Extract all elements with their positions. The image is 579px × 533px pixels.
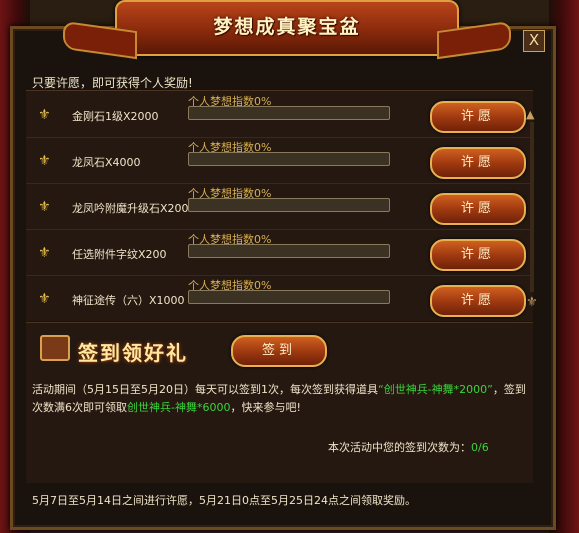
signin-count-label: 本次活动中您的签到次数为： xyxy=(328,441,471,454)
scroll-up-icon[interactable]: ▲ xyxy=(526,108,534,121)
scrollbar-track[interactable] xyxy=(530,122,534,292)
fleur-icon: ⚜ xyxy=(38,245,51,261)
item-name: 龙凤吟附魔升级石X2000 xyxy=(72,202,196,215)
item-name: 龙凤石X4000 xyxy=(72,156,141,169)
wish-button[interactable]: 许愿 xyxy=(430,101,526,133)
item-name: 任选附件字纹X200 xyxy=(72,248,167,261)
wish-row: ⚜ 金刚石1级X2000 个人梦想指数0% 许愿 xyxy=(26,91,533,138)
dream-progress-bar xyxy=(188,198,390,212)
wish-row: ⚜ 任选附件字纹X200 个人梦想指数0% 许愿 xyxy=(26,229,533,276)
fleur-icon: ⚜ xyxy=(38,107,51,123)
wish-row: ⚜ 神征途传（六）X1000 个人梦想指数0% 许愿 xyxy=(26,275,533,321)
signin-desc-text: 活动期间（5月15日至5月20日）每天可以签到1次，每次签到获得道具 xyxy=(32,383,378,396)
window-title: 梦想成真聚宝盆 xyxy=(213,16,361,38)
signin-title: 签到领好礼 xyxy=(78,341,188,365)
dream-progress-bar xyxy=(188,290,390,304)
footer-note: 5月7日至5月14日之间进行许愿，5月21日0点至5月25日24点之间领取奖励。 xyxy=(32,494,416,507)
signin-panel: 签到领好礼 签到 活动期间（5月15日至5月20日）每天可以签到1次，每次签到获… xyxy=(26,322,533,483)
scroll-down-icon[interactable]: ⚜ xyxy=(526,295,538,310)
close-button[interactable]: X xyxy=(523,30,545,52)
treasure-chest-icon xyxy=(40,335,70,361)
title-banner: 梦想成真聚宝盆 xyxy=(63,0,511,60)
dream-progress-bar xyxy=(188,106,390,120)
dream-progress-bar xyxy=(188,152,390,166)
wish-row: ⚜ 龙凤吟附魔升级石X2000 个人梦想指数0% 许愿 xyxy=(26,183,533,230)
wish-row: ⚜ 龙凤石X4000 个人梦想指数0% 许愿 xyxy=(26,137,533,184)
item-name: 神征途传（六）X1000 xyxy=(72,294,185,307)
wish-button[interactable]: 许愿 xyxy=(430,193,526,225)
dream-progress-bar xyxy=(188,244,390,258)
subtitle: 只要许愿，即可获得个人奖励! xyxy=(32,76,193,90)
wish-button[interactable]: 许愿 xyxy=(430,285,526,317)
wish-list-panel: ⚜ 金刚石1级X2000 个人梦想指数0% 许愿 ⚜ 龙凤石X4000 个人梦想… xyxy=(26,90,533,321)
wish-button[interactable]: 许愿 xyxy=(430,147,526,179)
fleur-icon: ⚜ xyxy=(38,153,51,169)
reward-item-highlight: “创世神兵-神舞*2000” xyxy=(378,383,493,396)
fleur-icon: ⚜ xyxy=(38,199,51,215)
signin-desc-text: ，快来参与吧! xyxy=(230,401,301,414)
wish-button[interactable]: 许愿 xyxy=(430,239,526,271)
signin-count-value: 0/6 xyxy=(471,441,489,454)
fleur-icon: ⚜ xyxy=(38,291,51,307)
signin-description: 活动期间（5月15日至5月20日）每天可以签到1次，每次签到获得道具“创世神兵-… xyxy=(32,381,530,417)
reward-item-highlight: 创世神兵-神舞*6000 xyxy=(127,401,231,414)
item-name: 金刚石1级X2000 xyxy=(72,110,159,123)
signin-count: 本次活动中您的签到次数为：0/6 xyxy=(328,439,489,455)
signin-button[interactable]: 签到 xyxy=(231,335,327,367)
